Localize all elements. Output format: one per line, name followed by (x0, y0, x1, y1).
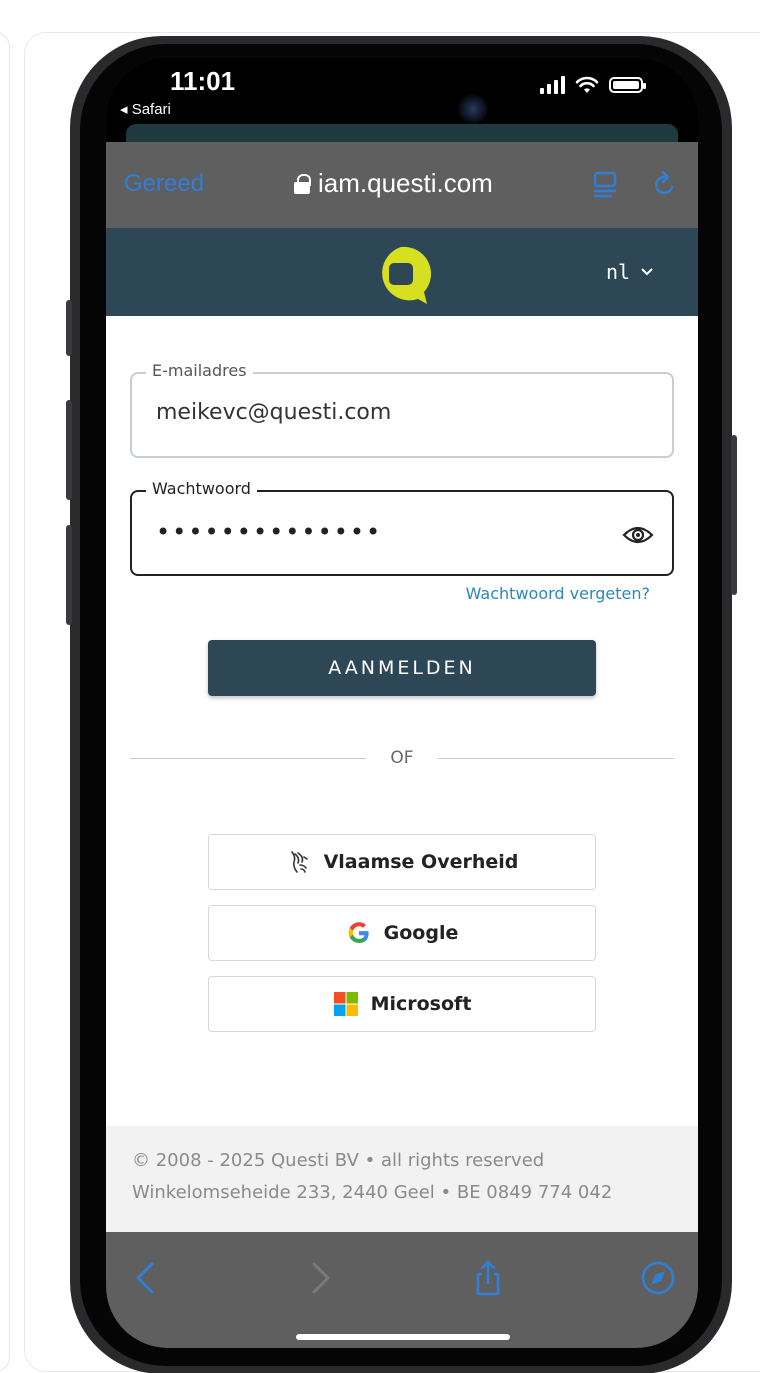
compass-icon[interactable] (640, 1258, 676, 1298)
microsoft-label: Microsoft (370, 993, 472, 1015)
language-selector[interactable]: nl (606, 260, 654, 284)
forgot-password-link[interactable]: Wachtwoord vergeten? (466, 584, 650, 603)
battery-icon (609, 77, 646, 93)
back-to-app-link[interactable]: ◂ Safari (120, 100, 171, 118)
mute-switch (66, 300, 72, 356)
reader-mode-icon[interactable] (592, 170, 618, 200)
volume-down-button (66, 525, 72, 625)
page-footer: © 2008 - 2025 Questi BV • all rights res… (106, 1126, 698, 1232)
share-icon[interactable] (470, 1258, 506, 1298)
background-page-strip (126, 124, 678, 144)
reload-icon[interactable] (652, 170, 678, 200)
safari-address-bar: Gereed iam.questi.com (106, 142, 698, 228)
forward-arrow-icon (312, 1262, 330, 1294)
questi-logo (382, 246, 432, 304)
page: 11:01 ◂ Safari Gereed iam.questi.com nl … (0, 0, 760, 1373)
status-icons (540, 76, 646, 94)
password-field[interactable]: Wachtwoord •••••••••••••• (130, 479, 674, 576)
or-divider-label: OF (390, 748, 414, 768)
safari-toolbar (106, 1232, 698, 1348)
microsoft-icon (333, 992, 358, 1016)
address-text: Winkelomseheide 233, 2440 Geel • BE 0849… (132, 1182, 613, 1203)
email-field[interactable]: E-mailadres meikevc@questi.com (130, 361, 674, 458)
password-value: •••••••••••••• (156, 518, 383, 546)
side-card (0, 32, 10, 1372)
or-divider: OF (130, 748, 674, 768)
chevron-down-icon (641, 268, 653, 276)
flemish-lion-icon (290, 851, 308, 873)
login-form: E-mailadres meikevc@questi.com Wachtwoor… (106, 316, 698, 1126)
google-login-button[interactable]: Google (208, 905, 596, 961)
front-camera (458, 94, 488, 124)
phone-screen: 11:01 ◂ Safari Gereed iam.questi.com nl … (106, 58, 698, 1348)
google-label: Google (383, 922, 459, 944)
copyright-text: © 2008 - 2025 Questi BV • all rights res… (132, 1150, 545, 1171)
google-icon (348, 922, 369, 943)
url-field[interactable]: iam.questi.com (294, 168, 493, 199)
home-indicator (296, 1334, 510, 1340)
microsoft-login-button[interactable]: Microsoft (208, 976, 596, 1032)
status-bar: 11:01 ◂ Safari (106, 58, 698, 140)
site-header: nl (106, 228, 698, 316)
wifi-icon (575, 76, 599, 93)
email-value: meikevc@questi.com (156, 400, 392, 425)
url-text: iam.questi.com (318, 168, 493, 198)
clock: 11:01 (170, 66, 236, 96)
password-label: Wachtwoord (146, 479, 257, 498)
back-arrow-icon[interactable] (128, 1258, 164, 1298)
show-password-icon[interactable] (622, 524, 654, 546)
email-label: E-mailadres (146, 361, 253, 380)
vlaamse-overheid-label: Vlaamse Overheid (323, 851, 519, 873)
language-value: nl (606, 260, 631, 284)
power-button (731, 435, 737, 595)
cellular-signal-icon (540, 76, 565, 94)
done-button[interactable]: Gereed (124, 170, 204, 198)
volume-up-button (66, 400, 72, 500)
login-button[interactable]: AANMELDEN (208, 640, 596, 696)
vlaamse-overheid-login-button[interactable]: Vlaamse Overheid (208, 834, 596, 890)
lock-icon (294, 173, 311, 194)
